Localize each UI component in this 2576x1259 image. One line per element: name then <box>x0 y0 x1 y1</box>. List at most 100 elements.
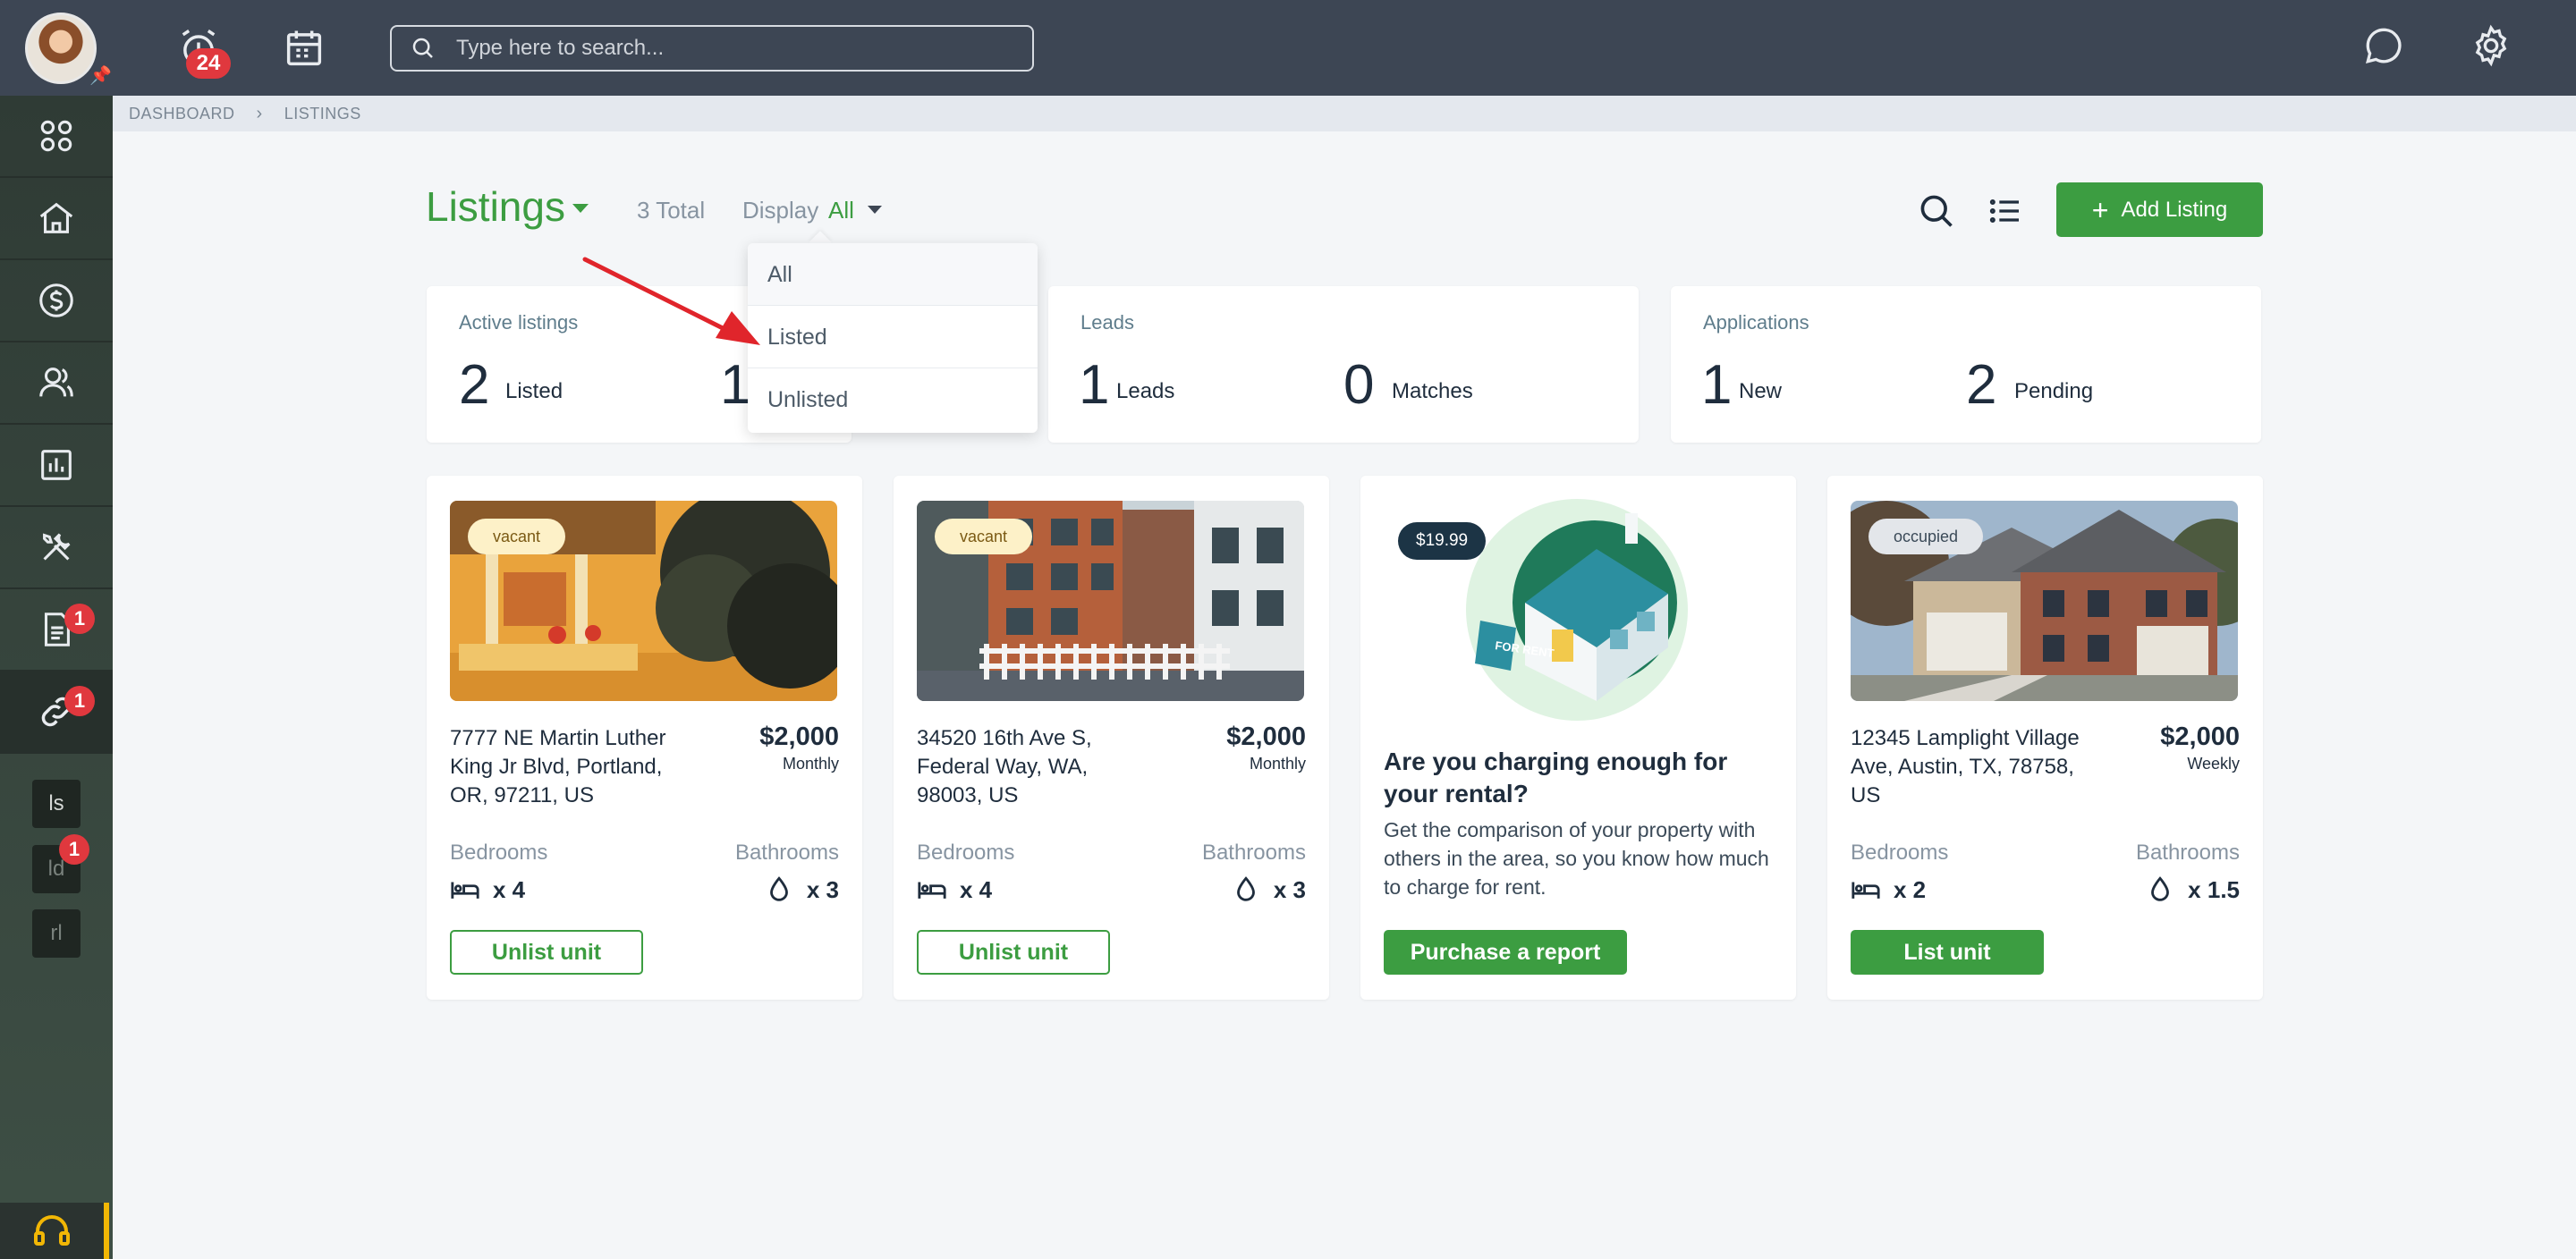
listings-badge: 1 <box>64 686 95 716</box>
bathrooms-count: x 3 <box>1273 875 1306 903</box>
stat-card-applications: Applications 1 New 2 Pending <box>1671 286 2261 443</box>
list-view-icon[interactable] <box>1987 191 2023 231</box>
listing-address[interactable]: 7777 NE Martin Luther King Jr Blvd, Port… <box>450 724 682 810</box>
stat-number: 1 <box>1701 354 1733 416</box>
bathrooms-count: x 3 <box>806 875 839 903</box>
list-unit-button[interactable]: List unit <box>1851 930 2044 975</box>
home-icon <box>39 202 73 233</box>
caret-down-icon[interactable] <box>572 204 589 213</box>
promo-description: Get the comparison of your property with… <box>1384 818 1769 899</box>
stat-number: 2 <box>459 354 490 416</box>
listing-price: $2,000 <box>759 722 839 751</box>
stat-title: Leads <box>1080 311 1134 334</box>
display-filter-dropdown: All Listed Unlisted <box>748 243 1038 433</box>
dollar-icon <box>39 283 73 317</box>
bed-icon <box>918 882 946 899</box>
sidebar: 1 1 ls ld 1 rl <box>0 96 113 1259</box>
headset-icon <box>34 1214 70 1246</box>
bathrooms-label: Bathrooms <box>2135 841 2240 865</box>
search-box[interactable] <box>390 25 1034 72</box>
search-input[interactable] <box>454 35 991 62</box>
caret-down-icon[interactable] <box>868 206 882 214</box>
bed-icon <box>451 882 479 899</box>
page-title[interactable]: Listings <box>426 182 565 231</box>
bedrooms-label: Bedrooms <box>1851 841 1949 865</box>
documents-badge: 1 <box>64 604 95 634</box>
listing-price: $2,000 <box>1226 722 1306 751</box>
bathrooms-label: Bathrooms <box>734 841 839 865</box>
sidebar-item-maintenance[interactable] <box>0 507 113 589</box>
listing-price: $2,000 <box>2160 722 2240 751</box>
bedrooms-count: x 4 <box>960 875 993 903</box>
breadcrumb: DASHBOARD › LISTINGS <box>113 96 2576 131</box>
sidebar-item-people[interactable] <box>0 342 113 425</box>
plus-icon: + <box>2091 193 2109 226</box>
pin-icon: 📌 <box>89 66 112 86</box>
listing-card[interactable]: vacant 7777 NE Martin Luther King Jr Blv… <box>427 476 862 1000</box>
listing-period: Weekly <box>2187 755 2240 773</box>
shortcut-ls[interactable]: ls <box>32 780 80 828</box>
breadcrumb-dashboard[interactable]: DASHBOARD <box>129 105 235 123</box>
annotation-arrow <box>582 257 760 345</box>
bedrooms-label: Bedrooms <box>917 841 1015 865</box>
top-bar: 📌 24 <box>0 0 2576 96</box>
sidebar-item-reports[interactable] <box>0 425 113 507</box>
bedrooms-value: x 2 <box>1851 875 1926 905</box>
report-price-badge: $19.99 <box>1398 522 1487 560</box>
status-badge: vacant <box>468 519 566 554</box>
bathrooms-label: Bathrooms <box>1201 841 1306 865</box>
dropdown-option-unlisted[interactable]: Unlisted <box>748 368 1038 431</box>
promo-heading: Are you charging enough for your rental? <box>1384 748 1728 807</box>
bedrooms-value: x 4 <box>917 875 992 905</box>
sidebar-item-home[interactable] <box>0 178 113 260</box>
purchase-report-button[interactable]: Purchase a report <box>1384 930 1627 975</box>
dropdown-option-all[interactable]: All <box>748 243 1038 306</box>
dropdown-option-listed[interactable]: Listed <box>748 306 1038 368</box>
chevron-right-icon: › <box>256 103 263 123</box>
calendar-icon[interactable] <box>281 25 327 72</box>
shortcut-rl[interactable]: rl <box>32 909 80 958</box>
bathrooms-count: x 1.5 <box>2188 875 2240 903</box>
sidebar-item-payments[interactable] <box>0 260 113 342</box>
status-badge: occupied <box>1868 519 1984 554</box>
listing-period: Monthly <box>782 755 839 773</box>
chart-icon <box>41 450 72 480</box>
display-filter-value[interactable]: All <box>828 197 854 224</box>
tools-icon <box>43 533 71 561</box>
add-listing-button[interactable]: + Add Listing <box>2056 182 2263 237</box>
unlist-unit-button[interactable]: Unlist unit <box>450 930 643 975</box>
bedrooms-count: x 2 <box>1894 875 1927 903</box>
listing-address[interactable]: 12345 Lamplight Village Ave, Austin, TX,… <box>1851 724 2083 810</box>
shortcut-ld-badge: 1 <box>59 834 89 865</box>
status-badge: vacant <box>935 519 1033 554</box>
add-listing-label: Add Listing <box>2121 197 2228 222</box>
listing-card[interactable]: occupied 12345 Lamplight Village Ave, Au… <box>1827 476 2263 1000</box>
support-button[interactable] <box>0 1203 109 1259</box>
stat-title: Applications <box>1703 311 1809 334</box>
bedrooms-count: x 4 <box>493 875 526 903</box>
stat-label: Listed <box>505 379 564 403</box>
listings-total: 3 Total <box>637 197 706 224</box>
bathrooms-value: x 1.5 <box>2145 875 2240 905</box>
chat-icon[interactable] <box>2361 23 2406 68</box>
listing-card[interactable]: vacant 34520 16th Ave S, Federal Way, WA… <box>894 476 1329 1000</box>
bathrooms-value: x 3 <box>764 875 839 905</box>
stat-number: 1 <box>720 354 751 416</box>
sidebar-item-listings[interactable]: 1 <box>0 672 113 754</box>
search-icon <box>412 38 433 58</box>
water-drop-icon <box>1236 876 1255 901</box>
stat-label: Leads <box>1116 379 1175 403</box>
sidebar-item-documents[interactable]: 1 <box>0 589 113 672</box>
search-icon[interactable] <box>1917 191 1956 231</box>
house-illustration: FOR RENT <box>1466 499 1688 721</box>
stat-number: 2 <box>1966 354 1997 416</box>
unlist-unit-button[interactable]: Unlist unit <box>917 930 1110 975</box>
stat-label: Matches <box>1392 379 1473 403</box>
settings-gear-icon[interactable] <box>2469 23 2513 68</box>
stat-number: 0 <box>1343 354 1375 416</box>
water-drop-icon <box>2151 876 2170 901</box>
listing-address[interactable]: 34520 16th Ave S, Federal Way, WA, 98003… <box>917 724 1149 810</box>
user-avatar[interactable] <box>25 13 97 84</box>
sidebar-item-apps[interactable] <box>0 96 113 178</box>
water-drop-icon <box>769 876 788 901</box>
